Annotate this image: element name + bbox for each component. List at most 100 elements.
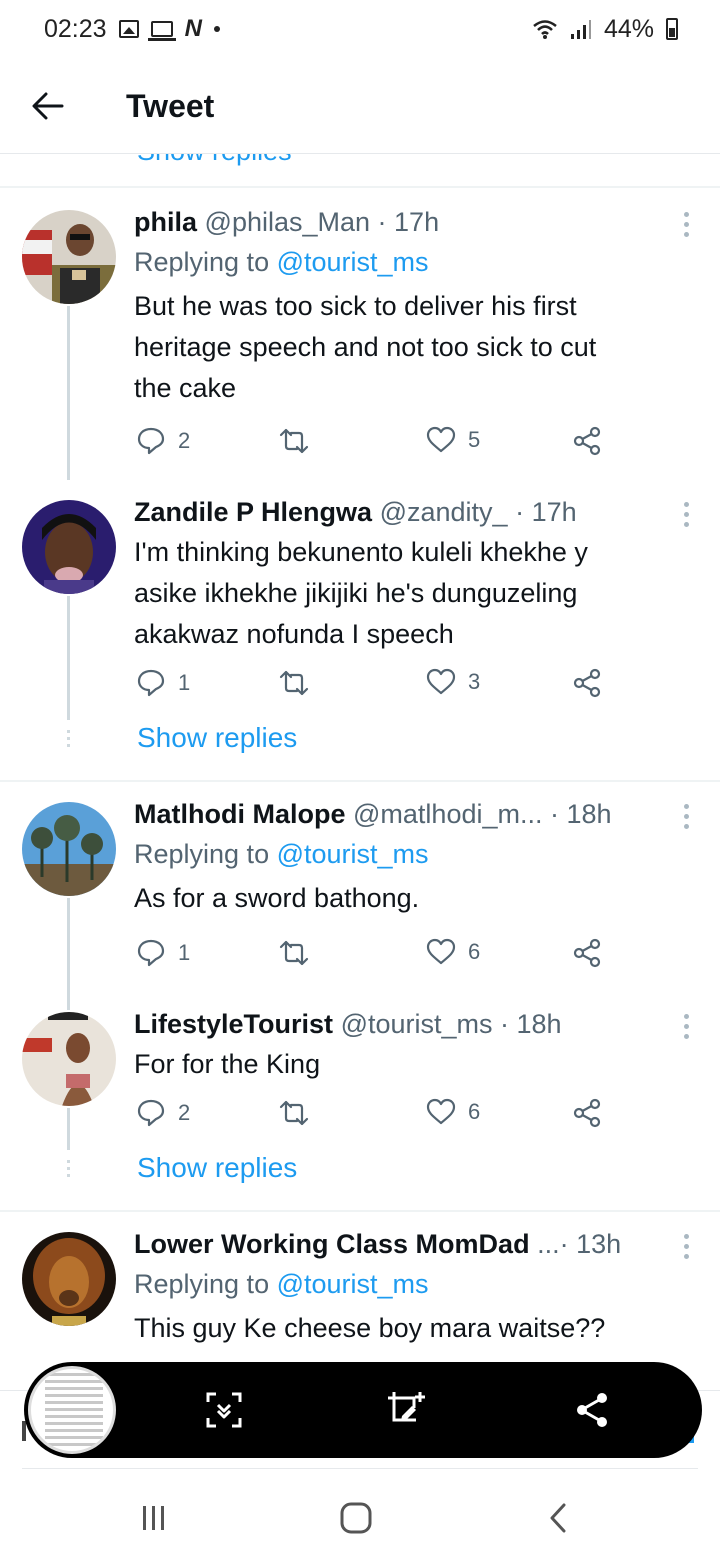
retweet-icon (279, 670, 309, 696)
thread-dots (67, 1160, 70, 1181)
tweet-text-line: the cake (134, 373, 237, 403)
reply-count: 1 (178, 940, 191, 965)
scroll-capture-button[interactable] (194, 1380, 254, 1440)
more-options-icon[interactable] (682, 1234, 690, 1259)
avatar[interactable] (22, 500, 116, 594)
retweet-button[interactable] (278, 1098, 310, 1128)
reply-count: 2 (178, 1100, 191, 1125)
divider (0, 780, 720, 782)
back-icon (550, 1503, 566, 1533)
display-name[interactable]: Matlhodi Malope (134, 799, 346, 829)
user-handle[interactable]: @philas_Man (205, 207, 371, 237)
app-header: Tweet (0, 58, 720, 154)
share-screenshot-button[interactable] (562, 1380, 622, 1440)
reply-button[interactable]: 1 (136, 938, 190, 968)
share-icon (573, 938, 601, 968)
retweet-icon (279, 1100, 309, 1126)
retweet-button[interactable] (278, 426, 310, 456)
like-count: 6 (468, 939, 481, 964)
more-options-icon[interactable] (682, 804, 690, 829)
share-button[interactable] (572, 426, 602, 456)
tweet-actions: 2 6 (134, 1098, 634, 1132)
crop-edit-icon (388, 1392, 425, 1422)
tweet-text-line: As for a sword bathong. (134, 883, 420, 913)
user-handle[interactable]: @zandity_ (380, 497, 508, 527)
like-button[interactable]: 6 (426, 938, 480, 966)
tweet-time: · 18h (500, 1009, 562, 1039)
reply-count: 1 (178, 670, 191, 695)
tweet-text-line: heritage speech and not too sick to cut (134, 332, 597, 362)
reply-button[interactable]: 2 (136, 1098, 190, 1128)
tweet-text-line: I'm thinking bekunento kuleli khekhe y (134, 537, 588, 567)
share-button[interactable] (572, 1098, 602, 1128)
page-title: Tweet (126, 87, 215, 124)
replying-to-handle[interactable]: @tourist_ms (277, 1269, 429, 1299)
home-button[interactable] (326, 1498, 386, 1538)
tweet-time: · 17h (515, 497, 577, 527)
share-button[interactable] (572, 668, 602, 698)
heart-icon (426, 938, 456, 965)
replying-to-label: Replying to (134, 1269, 270, 1299)
more-options-icon[interactable] (682, 1014, 690, 1039)
more-options-icon[interactable] (682, 212, 690, 237)
avatar[interactable] (22, 1012, 116, 1106)
display-name[interactable]: Zandile P Hlengwa (134, 497, 372, 527)
header-divider (0, 153, 720, 154)
reply-icon (137, 427, 165, 455)
retweet-button[interactable] (278, 938, 310, 968)
tweet-text: This guy Ke cheese boy mara waitse?? (134, 1308, 684, 1349)
display-name[interactable]: Lower Working Class MomDad (134, 1229, 530, 1259)
crop-edit-button[interactable] (376, 1380, 436, 1440)
thread-dots (67, 730, 70, 751)
reply-icon (137, 1099, 165, 1127)
show-replies-link[interactable]: Show replies (137, 722, 297, 754)
like-button[interactable]: 6 (426, 1098, 480, 1126)
share-button[interactable] (572, 938, 602, 968)
nav-back-button[interactable] (528, 1498, 588, 1538)
like-count: 3 (468, 669, 481, 694)
reply-button[interactable]: 1 (136, 668, 190, 698)
display-name[interactable]: phila (134, 207, 197, 237)
tweet-actions: 1 3 (134, 668, 634, 702)
more-options-icon[interactable] (682, 502, 690, 527)
tweet-text-line: This guy Ke cheese boy mara waitse?? (134, 1313, 606, 1343)
like-button[interactable]: 5 (426, 426, 480, 454)
replying-to-handle[interactable]: @tourist_ms (277, 247, 429, 277)
retweet-icon (279, 940, 309, 966)
heart-icon (426, 668, 456, 695)
reply-icon (137, 939, 165, 967)
like-count: 6 (468, 1099, 481, 1124)
avatar[interactable] (22, 210, 116, 304)
tweet-text-line: asike ikhekhe jikijiki he's dunguzeling (134, 578, 578, 608)
tweet-time: · 18h (550, 799, 612, 829)
reply-button[interactable]: 2 (136, 426, 190, 456)
recents-icon (143, 1506, 164, 1530)
avatar[interactable] (22, 1232, 116, 1326)
user-handle[interactable]: ... (537, 1229, 560, 1259)
tweet-replies-feed[interactable]: Show replies phila @philas_Man · 17h Rep… (0, 0, 720, 1390)
user-handle[interactable]: @matlhodi_m... (353, 799, 542, 829)
show-replies-link[interactable]: Show replies (137, 1152, 297, 1184)
tweet-text: But he was too sick to deliver his first… (134, 286, 684, 409)
retweet-icon (279, 428, 309, 454)
avatar[interactable] (22, 802, 116, 896)
retweet-button[interactable] (278, 668, 310, 698)
replying-to-handle[interactable]: @tourist_ms (277, 839, 429, 869)
thread-line (67, 306, 70, 480)
thread-line (67, 596, 70, 720)
tweet-text-line: But he was too sick to deliver his first (134, 291, 577, 321)
screenshot-thumbnail[interactable] (28, 1366, 116, 1454)
tweet-text-line: For for the King (134, 1049, 321, 1079)
tweet-text: I'm thinking bekunento kuleli khekhe y a… (134, 532, 684, 655)
recents-button[interactable] (124, 1498, 184, 1538)
user-handle[interactable]: @tourist_ms (341, 1009, 493, 1039)
replying-to-label: Replying to (134, 839, 270, 869)
tweet-time: · 17h (377, 207, 440, 237)
share-icon (573, 1098, 601, 1128)
display-name[interactable]: LifestyleTourist (134, 1009, 333, 1039)
tweet-time: · 13h (559, 1229, 622, 1259)
like-button[interactable]: 3 (426, 668, 480, 696)
like-count: 5 (468, 427, 481, 452)
back-button[interactable] (0, 58, 96, 154)
divider (0, 186, 720, 188)
